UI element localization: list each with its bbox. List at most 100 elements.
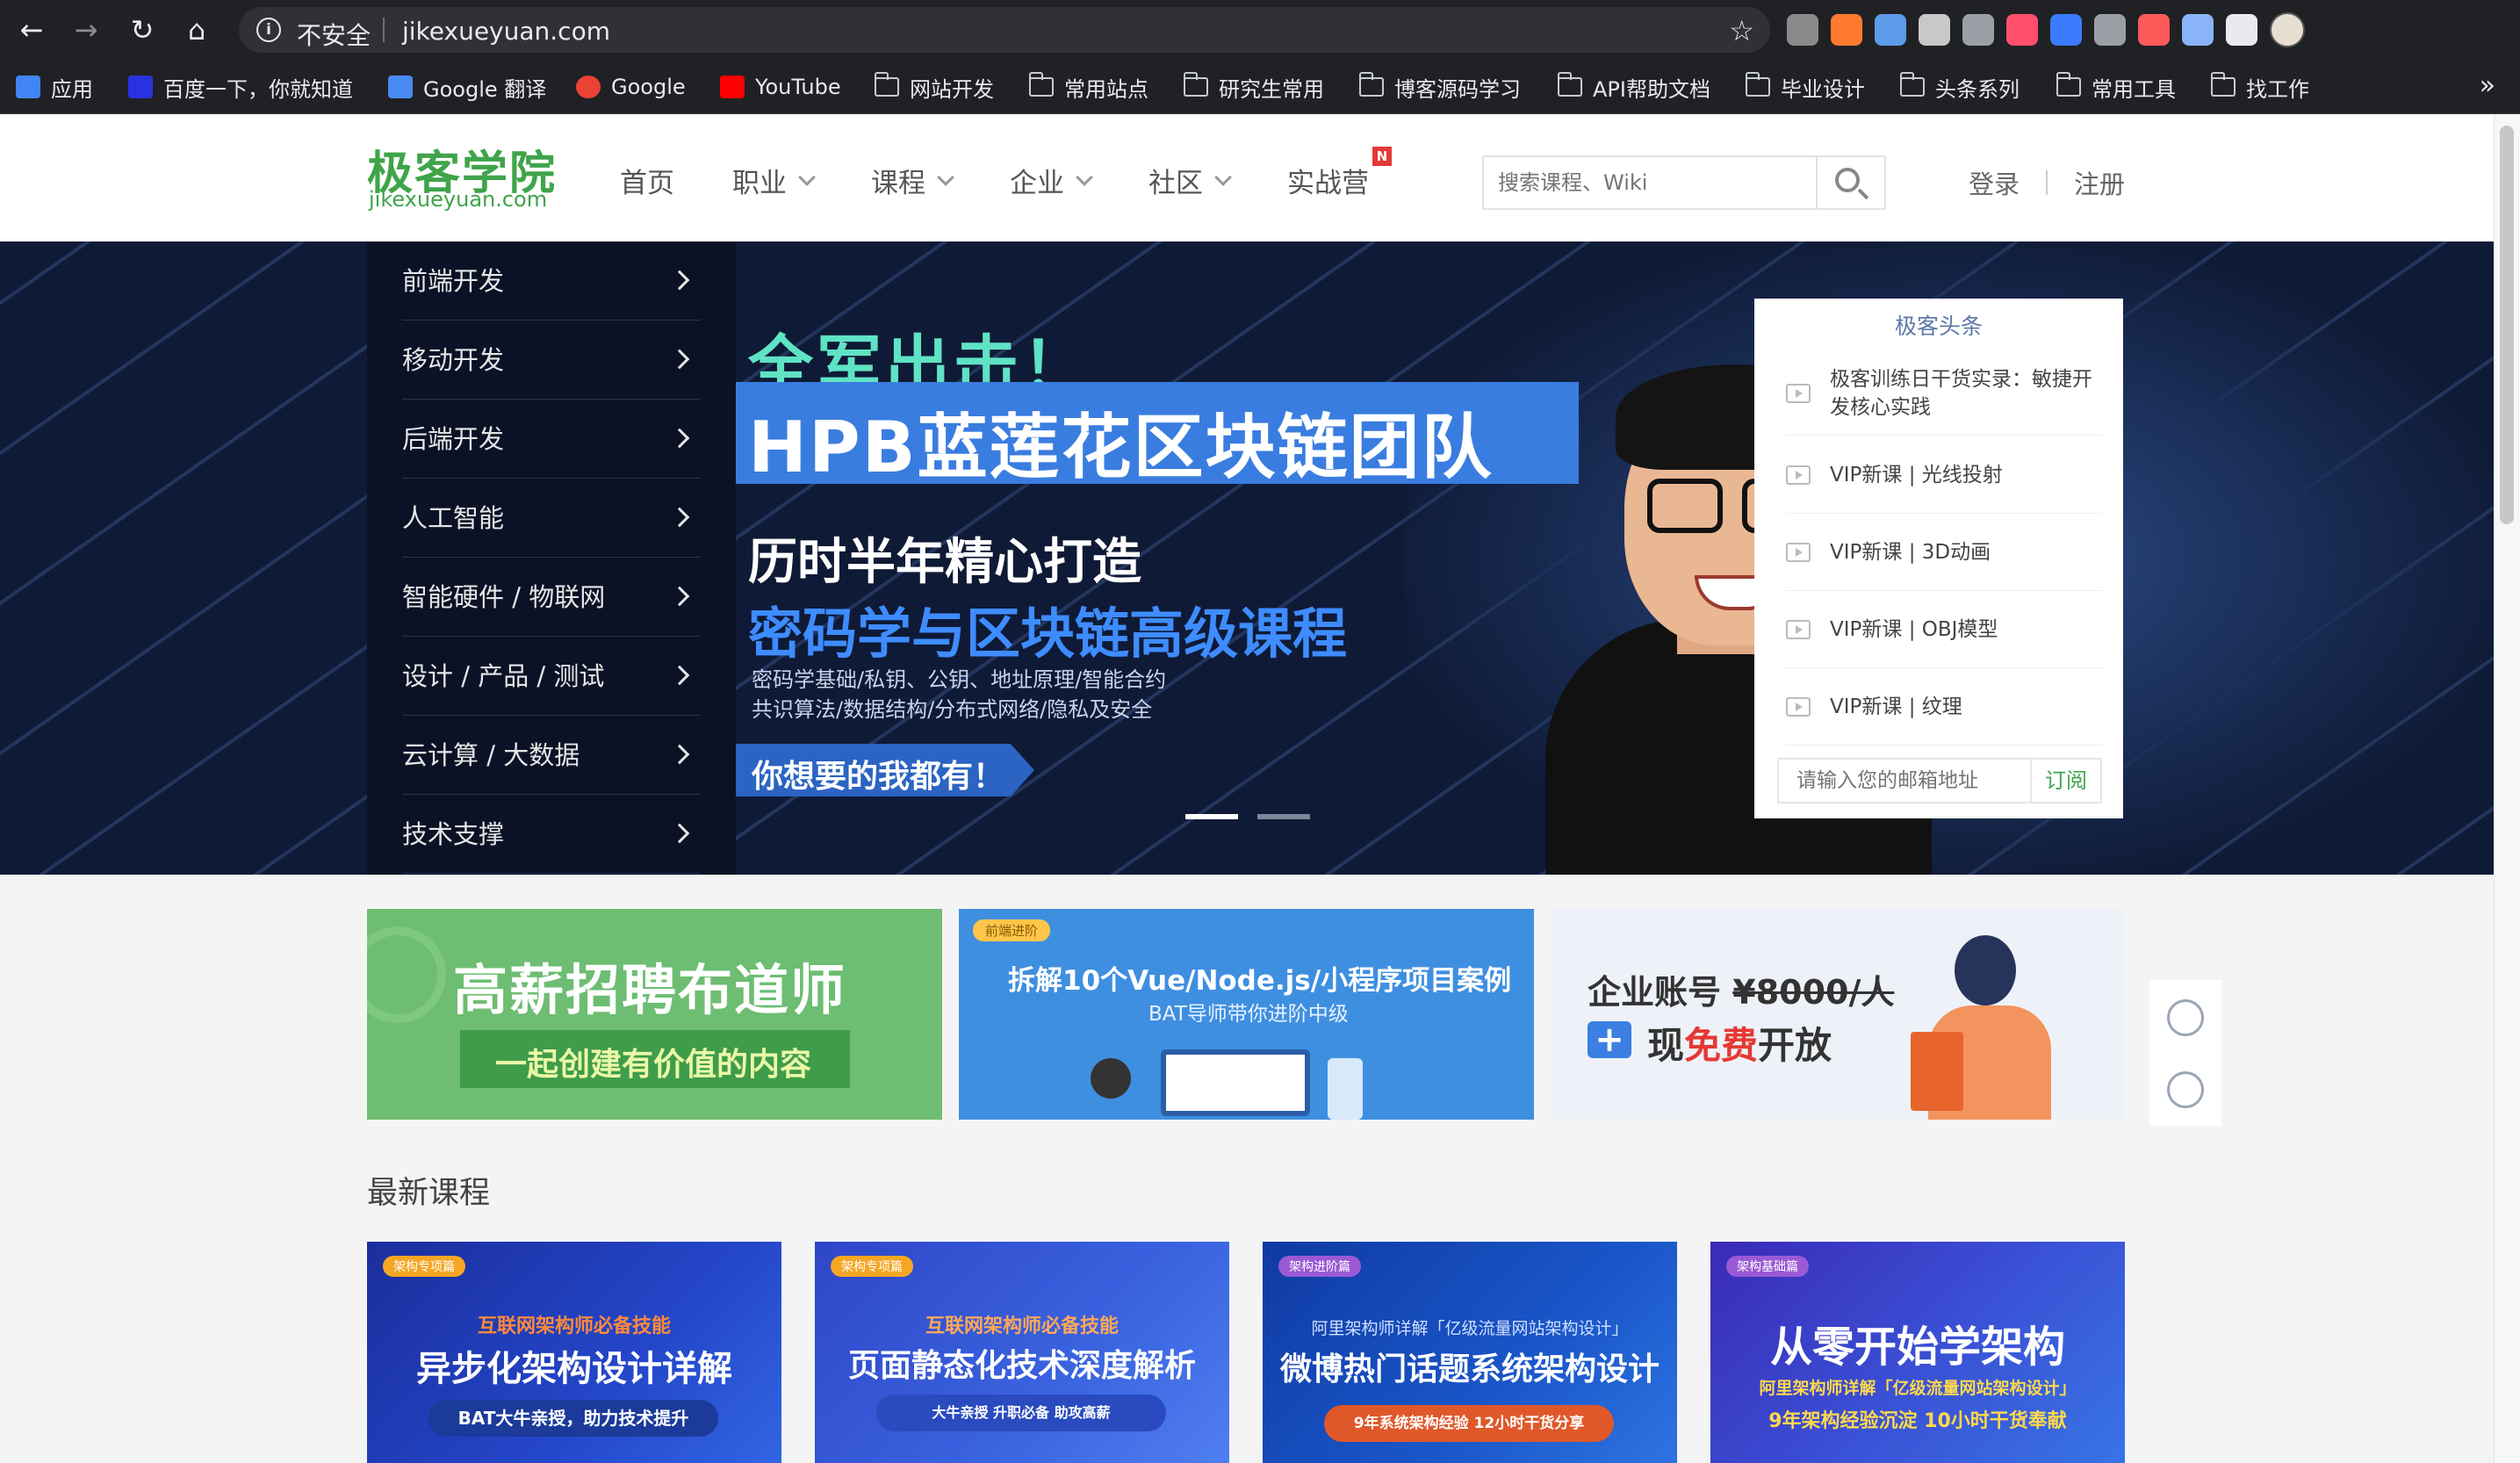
course-pill: 9年架构经验沉淀 10小时干货奉献 bbox=[1768, 1410, 2067, 1432]
profile-avatar[interactable] bbox=[2270, 12, 2305, 47]
developer-illustration bbox=[1091, 1058, 1131, 1099]
news-item[interactable]: VIP新课 | OBJ模型 bbox=[1786, 591, 2102, 668]
course-kicker: 互联网架构师必备技能 bbox=[925, 1315, 1119, 1337]
promo-frontend-banner[interactable]: 前端进阶 拆解10个Vue/Node.js/小程序项目案例 BAT导师带你进阶中… bbox=[959, 909, 1534, 1120]
nav-courses[interactable]: 课程 bbox=[871, 161, 954, 200]
auth-divider bbox=[2046, 170, 2048, 195]
course-card[interactable]: 架构专项篇 互联网架构师必备技能 页面静态化技术深度解析 大牛亲授 升职必备 助… bbox=[815, 1242, 1229, 1463]
bookmark-item[interactable]: 头条系列 bbox=[1900, 72, 2020, 102]
category-menu-label: 后端开发 bbox=[402, 424, 505, 454]
phone-icon[interactable] bbox=[2167, 999, 2204, 1036]
promo-enterprise-banner[interactable]: 企业账号 ¥8000/人 + 现免费开放 bbox=[1551, 909, 2126, 1120]
extension-icon[interactable] bbox=[2006, 14, 2038, 46]
promo-free-prefix: 现 bbox=[1647, 1024, 1685, 1067]
category-menu-item[interactable]: 前端开发 bbox=[402, 241, 701, 321]
bookmark-item[interactable]: Google bbox=[576, 72, 686, 102]
extension-icon[interactable] bbox=[2094, 14, 2126, 46]
forward-arrow-icon[interactable]: → bbox=[68, 12, 104, 47]
woman-illustration bbox=[1902, 935, 2051, 1120]
extension-icon[interactable] bbox=[1787, 14, 1818, 46]
bookmark-item[interactable]: 博客源码学习 bbox=[1359, 72, 1521, 102]
bookmark-item[interactable]: API帮助文档 bbox=[1558, 72, 1710, 102]
address-bar[interactable]: i 不安全 jikexueyuan.com ☆ bbox=[239, 7, 1770, 53]
extension-icon[interactable] bbox=[2138, 14, 2170, 46]
security-label: 不安全 bbox=[297, 21, 371, 50]
promo-frontend-subtitle: BAT导师带你进阶中级 bbox=[1148, 1003, 1349, 1026]
bookmark-item[interactable]: 网站开发 bbox=[875, 72, 994, 102]
login-link[interactable]: 登录 bbox=[1969, 164, 2020, 201]
carousel-dot[interactable] bbox=[1185, 814, 1238, 819]
bookmarks-bar: » 应用 百度一下，你就知道 Google 翻译 Google YouTube 网站开发 常… bbox=[0, 60, 2520, 114]
illustration-clipboard bbox=[1911, 1032, 1963, 1111]
extension-icon[interactable] bbox=[2226, 14, 2257, 46]
extension-icon[interactable] bbox=[1919, 14, 1950, 46]
carousel-dot[interactable] bbox=[1257, 814, 1310, 819]
course-card[interactable]: 架构进阶篇 阿里架构师详解「亿级流量网站架构设计」 微博热门话题系统架构设计 9… bbox=[1263, 1242, 1677, 1463]
category-menu-item[interactable]: 云计算 / 大数据 bbox=[402, 716, 701, 795]
site-logo-domain[interactable]: jikexueyuan.com bbox=[369, 187, 547, 212]
category-menu-item[interactable]: 技术支撑 bbox=[402, 795, 701, 874]
monitor-illustration bbox=[1161, 1049, 1310, 1116]
url-text[interactable]: jikexueyuan.com bbox=[402, 17, 610, 46]
category-menu-item[interactable]: 设计 / 产品 / 测试 bbox=[402, 637, 701, 716]
hero-cta[interactable]: 你想要的我都有！ bbox=[752, 751, 1004, 796]
category-menu-item[interactable]: 人工智能 bbox=[402, 479, 701, 558]
bookmark-label: Google 翻译 bbox=[423, 76, 547, 102]
promo-recruit-banner[interactable]: 高薪招聘布道师 一起创建有价值的内容 bbox=[367, 909, 942, 1120]
bookmark-item[interactable]: 找工作 bbox=[2211, 72, 2309, 102]
category-menu-item[interactable]: 后端开发 bbox=[402, 400, 701, 479]
email-field[interactable] bbox=[1779, 760, 2034, 802]
course-kicker: 阿里架构师详解「亿级流量网站架构设计」 bbox=[1311, 1319, 1629, 1338]
extension-icon[interactable] bbox=[1875, 14, 1906, 46]
search-button[interactable] bbox=[1816, 157, 1884, 208]
nav-home[interactable]: 首页 bbox=[620, 161, 674, 200]
home-icon[interactable]: ⌂ bbox=[179, 12, 214, 47]
bookmark-item[interactable]: Google 翻译 bbox=[388, 72, 546, 102]
reload-icon[interactable]: ↻ bbox=[125, 12, 160, 47]
chat-icon[interactable] bbox=[2167, 1071, 2204, 1108]
course-card[interactable]: 架构专项篇 互联网架构师必备技能 异步化架构设计详解 BAT大牛亲授，助力技术提… bbox=[367, 1242, 781, 1463]
bookmark-label: 研究生常用 bbox=[1219, 76, 1324, 102]
bookmark-star-icon[interactable]: ☆ bbox=[1729, 14, 1754, 47]
chevron-right-icon bbox=[669, 270, 690, 291]
bookmark-label: 常用工具 bbox=[2092, 76, 2176, 102]
bookmark-item[interactable]: 百度一下，你就知道 bbox=[128, 72, 353, 102]
bookmark-item[interactable]: 毕业设计 bbox=[1746, 72, 1865, 102]
site-info-icon[interactable]: i bbox=[256, 18, 281, 42]
news-item[interactable]: VIP新课 | 3D动画 bbox=[1786, 514, 2102, 591]
search-input[interactable] bbox=[1484, 157, 1819, 208]
course-pill: BAT大牛亲授，助力技术提升 bbox=[428, 1400, 718, 1437]
nav-community[interactable]: 社区 bbox=[1148, 161, 1232, 200]
plus-icon: + bbox=[1588, 1021, 1631, 1058]
bookmark-item[interactable]: 常用站点 bbox=[1029, 72, 1148, 102]
hero-topics: 密码学基础/私钥、公钥、地址原理/智能合约 共识算法/数据结构/分布式网络/隐私… bbox=[752, 665, 1166, 724]
course-card[interactable]: 架构基础篇 从零开始学架构 阿里架构师详解「亿级流量网站架构设计」 9年架构经验… bbox=[1710, 1242, 2125, 1463]
nav-bootcamp[interactable]: 实战营 N bbox=[1287, 147, 1392, 200]
bookmarks-overflow-button[interactable]: » bbox=[2480, 70, 2495, 101]
nav-career[interactable]: 职业 bbox=[732, 161, 816, 200]
category-menu-label: 移动开发 bbox=[402, 345, 505, 375]
extension-icon[interactable] bbox=[2182, 14, 2214, 46]
nav-enterprise[interactable]: 企业 bbox=[1010, 161, 1093, 200]
bookmark-item[interactable]: 常用工具 bbox=[2056, 72, 2176, 102]
promo-free-suffix: 开放 bbox=[1758, 1024, 1832, 1067]
page-scrollbar[interactable] bbox=[2494, 115, 2520, 1463]
news-item[interactable]: VIP新课 | 光线投射 bbox=[1786, 436, 2102, 514]
bookmark-item[interactable]: 研究生常用 bbox=[1184, 72, 1324, 102]
news-item[interactable]: 极客训练日干货实录：敏捷开发核心实践 bbox=[1786, 351, 2102, 436]
category-menu-item[interactable]: 移动开发 bbox=[402, 321, 701, 400]
extension-icon[interactable] bbox=[1962, 14, 1994, 46]
bookmark-item[interactable]: 应用 bbox=[16, 72, 93, 102]
hero-banner[interactable]: 前端开发移动开发后端开发人工智能 智能硬件 / 物联网 设计 / 产品 / 测试 云计… bbox=[0, 241, 2494, 875]
subscribe-button[interactable]: 订阅 bbox=[2030, 760, 2100, 802]
extension-icon[interactable] bbox=[1831, 14, 1862, 46]
news-item[interactable]: VIP新课 | 纹理 bbox=[1786, 668, 2102, 746]
category-menu-item[interactable]: 智能硬件 / 物联网 bbox=[402, 558, 701, 637]
extension-icon[interactable] bbox=[2050, 14, 2082, 46]
bookmark-item[interactable]: YouTube bbox=[720, 72, 841, 102]
scrollbar-thumb[interactable] bbox=[2500, 126, 2514, 524]
register-link[interactable]: 注册 bbox=[2074, 164, 2125, 201]
promo-frontend-tag: 前端进阶 bbox=[973, 919, 1051, 941]
folder-icon bbox=[1184, 72, 1208, 97]
back-arrow-icon[interactable]: ← bbox=[14, 12, 49, 47]
